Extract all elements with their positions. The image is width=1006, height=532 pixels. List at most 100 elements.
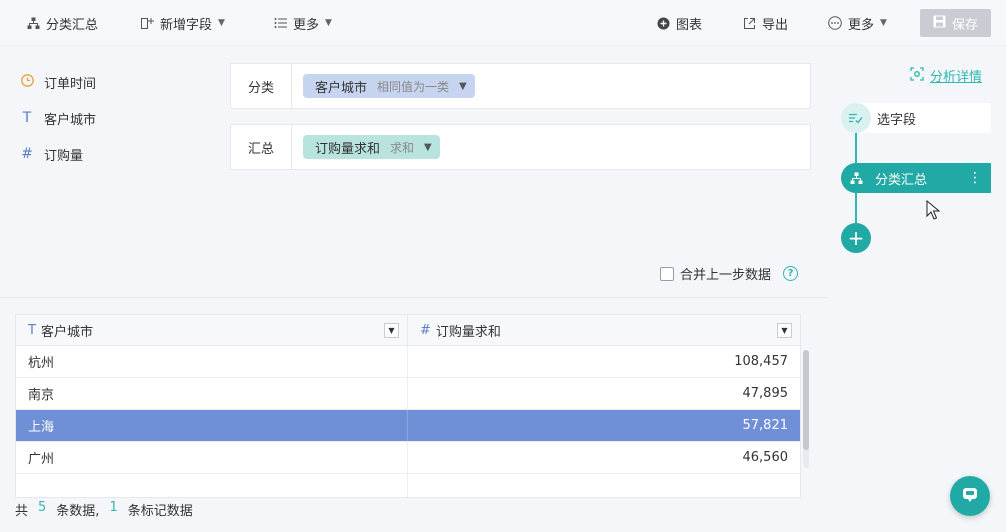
classify-summary-button[interactable]: 分类汇总	[26, 0, 98, 46]
more-right-label: 更多	[848, 17, 875, 33]
cell-city	[16, 474, 408, 497]
column-header-qty-sum[interactable]: # 订购量求和 ▼	[408, 315, 800, 345]
merge-label: 合并上一步数据	[680, 268, 772, 283]
column-label: 订购量求和	[435, 324, 501, 340]
total-count: 5	[38, 500, 47, 515]
merge-previous-option[interactable]: 合并上一步数据 ?	[660, 264, 799, 283]
field-item-order-qty[interactable]: # 订购量	[20, 136, 96, 172]
more-left-label: 更多	[293, 17, 320, 33]
add-circle-icon	[656, 16, 670, 30]
table-row[interactable]: 广州 46,560	[16, 442, 800, 474]
caret-down-icon[interactable]: ▼	[424, 142, 432, 153]
flow-step-classify-summary[interactable]: 分类汇总 ⋮	[841, 163, 991, 193]
help-icon[interactable]: ?	[783, 266, 799, 281]
analysis-link-label: 分析详情	[930, 70, 983, 85]
record-summary: 共 5 条数据, 1 条标记数据	[15, 500, 193, 519]
text-type-icon: T	[22, 110, 32, 126]
column-header-city[interactable]: T 客户城市 ▼	[16, 315, 408, 345]
footer-mid: 条数据,	[56, 504, 100, 519]
cell-city: 杭州	[16, 346, 408, 377]
hierarchy-icon	[841, 163, 871, 193]
divider	[0, 297, 828, 298]
chat-icon	[960, 484, 980, 508]
export-icon	[742, 16, 756, 30]
caret-down-icon: ▼	[325, 18, 332, 28]
flow-step-select-fields[interactable]: 选字段	[841, 103, 991, 133]
summary-chip[interactable]: 订购量求和 求和 ▼	[303, 135, 440, 159]
column-dropdown-button[interactable]: ▼	[777, 323, 792, 338]
column-dropdown-button[interactable]: ▼	[384, 323, 399, 338]
cell-value: 57,821	[742, 418, 789, 433]
chat-support-button[interactable]	[950, 476, 990, 516]
field-item-customer-city[interactable]: T 客户城市	[20, 100, 96, 136]
cell-city: 上海	[16, 410, 408, 441]
mouse-cursor-icon	[926, 199, 941, 224]
cell-city: 广州	[16, 442, 408, 473]
field-label: 客户城市	[44, 112, 97, 128]
marked-count: 1	[109, 500, 118, 515]
caret-down-icon[interactable]: ▼	[459, 81, 467, 92]
cell-value: 108,457	[734, 354, 788, 369]
export-label: 导出	[762, 17, 789, 33]
footer-prefix: 共	[15, 504, 29, 519]
save-label: 保存	[951, 17, 978, 33]
plus-icon: +	[847, 226, 865, 250]
text-type-icon: T	[28, 322, 36, 338]
step-label: 选字段	[877, 112, 917, 128]
add-field-label: 新增字段	[160, 17, 213, 33]
summary-chip-label: 订购量求和	[315, 141, 381, 157]
classify-summary-label: 分类汇总	[46, 17, 99, 33]
top-toolbar: 分类汇总 新增字段 ▼ 更多 ▼ 图表 导出 更多 ▼ 保存	[0, 0, 1006, 46]
scan-icon	[910, 66, 924, 85]
category-config-row: 分类 客户城市 相同值为一类 ▼	[230, 63, 811, 109]
number-type-icon: #	[21, 146, 33, 162]
field-label: 订购量	[44, 148, 84, 164]
save-icon	[933, 15, 946, 32]
more-menu-right[interactable]: 更多 ▼	[828, 0, 887, 46]
table-row-partial	[16, 474, 800, 497]
category-chip-label: 客户城市	[315, 80, 368, 96]
save-button[interactable]: 保存	[920, 9, 991, 37]
caret-down-icon: ▼	[880, 18, 887, 28]
add-column-icon	[140, 16, 154, 30]
step-label: 分类汇总	[875, 172, 928, 188]
table-row[interactable]: 杭州 108,457	[16, 346, 800, 378]
table-row[interactable]: 南京 47,895	[16, 378, 800, 410]
add-step-button[interactable]: +	[841, 223, 871, 253]
add-field-button[interactable]: 新增字段 ▼	[140, 0, 225, 46]
category-chip[interactable]: 客户城市 相同值为一类 ▼	[303, 74, 475, 98]
export-button[interactable]: 导出	[742, 0, 788, 46]
footer-suffix: 条标记数据	[127, 504, 193, 519]
analysis-details-link[interactable]: 分析详情	[910, 66, 982, 85]
summary-config-row: 汇总 订购量求和 求和 ▼	[230, 124, 811, 170]
scrollbar-thumb[interactable]	[803, 350, 809, 450]
summary-label: 汇总	[231, 125, 292, 169]
select-fields-icon	[841, 103, 871, 133]
category-chip-sub: 相同值为一类	[377, 79, 450, 94]
cell-value: 47,895	[742, 386, 789, 401]
field-item-order-time[interactable]: 订单时间	[20, 64, 96, 100]
more-circle-icon	[828, 16, 842, 30]
merge-checkbox[interactable]	[660, 266, 674, 281]
more-vertical-icon[interactable]: ⋮	[968, 170, 982, 186]
caret-down-icon: ▼	[218, 18, 225, 28]
table-header: T 客户城市 ▼ # 订购量求和 ▼	[16, 315, 800, 346]
table-row-selected[interactable]: 上海 57,821	[16, 410, 800, 442]
clock-icon	[20, 73, 34, 91]
column-label: 客户城市	[40, 324, 93, 340]
category-label: 分类	[231, 64, 292, 108]
cell-value	[408, 474, 800, 497]
list-icon	[273, 16, 287, 30]
summary-chip-sub: 求和	[390, 140, 415, 155]
table-scrollbar[interactable]	[803, 350, 809, 468]
field-label: 订单时间	[44, 76, 97, 92]
cell-city: 南京	[16, 378, 408, 409]
hierarchy-icon	[26, 16, 40, 30]
number-type-icon: #	[420, 322, 431, 338]
cell-value: 46,560	[742, 450, 789, 465]
chart-label: 图表	[676, 17, 703, 33]
result-table: T 客户城市 ▼ # 订购量求和 ▼ 杭州 108,457 南京 47,895 …	[15, 314, 801, 498]
field-list: 订单时间 T 客户城市 # 订购量	[20, 64, 96, 172]
chart-button[interactable]: 图表	[656, 0, 702, 46]
more-menu-left[interactable]: 更多 ▼	[273, 0, 332, 46]
